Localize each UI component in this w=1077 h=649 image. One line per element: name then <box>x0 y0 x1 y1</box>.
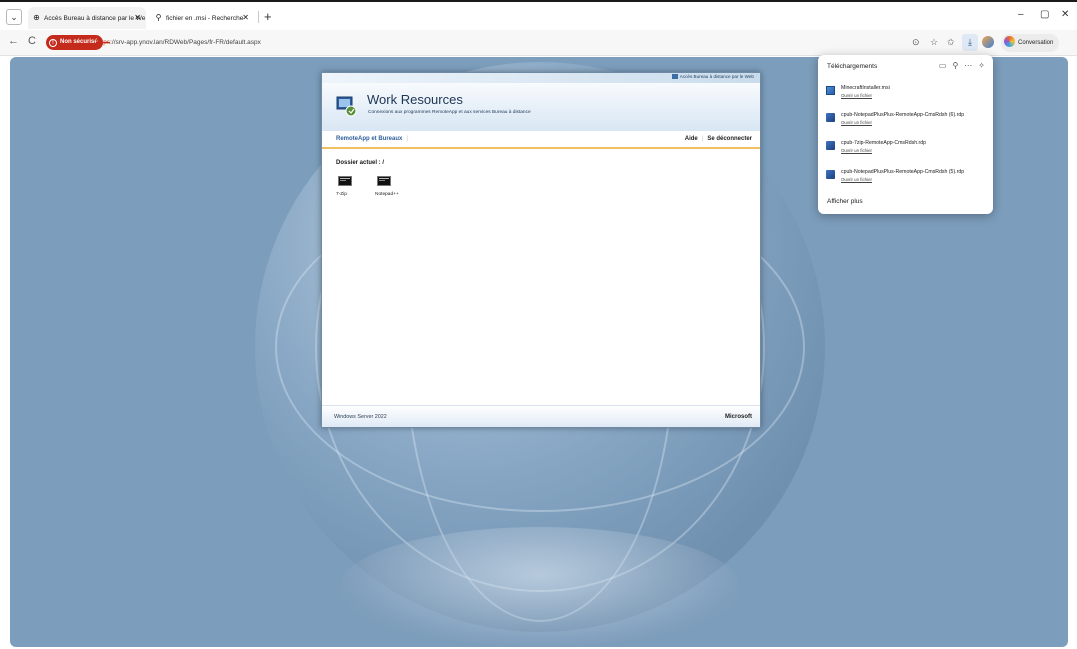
tab-close-button[interactable]: ✕ <box>134 7 141 29</box>
restore-button[interactable]: ▢ <box>1040 9 1049 20</box>
rdp-file-icon <box>826 170 835 179</box>
url-protocol: https <box>96 39 111 46</box>
download-item[interactable]: cpub-NotepadPlusPlus-RemoteApp-CmsRdsh (… <box>826 169 986 189</box>
open-file-link[interactable]: Ouvrir un fichier <box>841 120 872 125</box>
remote-desktop-logo-icon <box>336 96 357 117</box>
rdweb-nav: RemoteApp et Bureaux | Aide | Se déconnecte… <box>322 131 760 149</box>
monitor-icon <box>671 74 678 79</box>
app-label: 7-Zip <box>336 192 347 197</box>
rdweb-footer: Windows Server 2022 Microsoft <box>322 405 760 427</box>
more-icon[interactable]: ⋯ <box>964 61 972 70</box>
download-filename: cpub-7zip-RemoteApp-CmsRdsh.rdp <box>841 140 927 146</box>
address-bar: ← C ! Non sécurisé https://srv-app.ynov.l… <box>0 30 1077 56</box>
copilot-icon <box>1004 36 1015 47</box>
warning-icon: ! <box>49 39 57 47</box>
help-link[interactable]: Aide <box>685 136 698 142</box>
search-icon[interactable]: ⚲ <box>952 61 958 70</box>
new-tab-button[interactable]: + <box>264 7 272 27</box>
nav-separator: | <box>406 136 408 142</box>
app-window-icon <box>338 176 352 186</box>
rdp-file-icon <box>826 113 835 122</box>
download-filename: MinecraftInstaller.msi <box>841 85 890 91</box>
msi-file-icon <box>826 86 835 95</box>
rdweb-top-link[interactable]: Accès Bureau à distance par le Web <box>671 74 754 79</box>
download-item[interactable]: MinecraftInstaller.msi Ouvrir un fichier <box>826 85 986 105</box>
tab-actions-menu-button[interactable]: ⌄ <box>6 9 22 25</box>
open-file-link[interactable]: Ouvrir un fichier <box>841 93 872 98</box>
search-icon: ⚲ <box>155 13 162 22</box>
open-file-link[interactable]: Ouvrir un fichier <box>841 177 872 182</box>
app-notepadplusplus[interactable]: Notepad++ <box>375 176 415 197</box>
open-file-link[interactable]: Ouvrir un fichier <box>841 148 872 153</box>
downloads-actions: ▭ ⚲ ⋯ ✧ <box>933 61 985 70</box>
nav-separator: | <box>701 136 704 142</box>
rdweb-window: Accès Bureau à distance par le Web Work … <box>321 72 761 428</box>
rdweb-top-link-label: Accès Bureau à distance par le Web <box>679 74 754 79</box>
tab-search[interactable]: ⚲ fichier en .msi - Recherche ✕ <box>150 7 254 29</box>
rdweb-header: Accès Bureau à distance par le Web Work … <box>322 73 760 131</box>
pin-icon[interactable]: ✧ <box>978 61 985 70</box>
back-button[interactable]: ← <box>8 35 19 47</box>
app-label: Notepad++ <box>375 192 399 197</box>
windows-server-logo: Windows Server 2022 <box>334 414 387 420</box>
url-input[interactable]: https://srv-app.ynov.lan/RDWeb/Pages/fr-… <box>96 35 261 50</box>
tab-title: Accès Bureau à distance par le We <box>44 15 146 22</box>
tab-close-button[interactable]: ✕ <box>242 7 249 29</box>
download-filename: cpub-NotepadPlusPlus-RemoteApp-CmsRdsh (… <box>841 112 965 118</box>
download-filename: cpub-NotepadPlusPlus-RemoteApp-CmsRdsh (… <box>841 169 965 175</box>
refresh-button[interactable]: C <box>28 35 36 47</box>
app-7zip[interactable]: 7-Zip <box>336 176 376 197</box>
copilot-label: Conversation <box>1018 40 1054 46</box>
download-item[interactable]: cpub-NotepadPlusPlus-RemoteApp-CmsRdsh (… <box>826 112 986 132</box>
tab-rdweb[interactable]: ⊕ Accès Bureau à distance par le We ✕ <box>28 7 146 29</box>
microsoft-logo: Microsoft <box>725 414 752 420</box>
tab-strip: ⌄ ⊕ Accès Bureau à distance par le We ✕ ⚲… <box>0 0 1077 30</box>
copilot-button[interactable]: Conversation <box>1001 34 1060 52</box>
rdweb-title: Work Resources <box>367 92 463 107</box>
current-folder-label: Dossier actuel : / <box>336 160 385 166</box>
app-window-icon <box>377 176 391 186</box>
tab-separator <box>258 11 259 23</box>
url-path: ://srv-app.ynov.lan/RDWeb/Pages/fr-FR/de… <box>110 39 261 46</box>
globe-base <box>340 527 740 647</box>
show-more-link[interactable]: Afficher plus <box>827 198 863 205</box>
profile-icon[interactable] <box>982 36 994 48</box>
tab-title: fichier en .msi - Recherche <box>166 15 244 22</box>
globe-icon: ⊕ <box>33 13 40 22</box>
download-icon[interactable]: ⤓ <box>962 34 978 51</box>
minimize-button[interactable]: – <box>1018 9 1024 20</box>
security-label: Non sécurisé <box>60 39 98 45</box>
download-item[interactable]: cpub-7zip-RemoteApp-CmsRdsh.rdp Ouvrir u… <box>826 140 986 160</box>
rdweb-subtitle: Connexions aux programmes RemoteApp et a… <box>368 110 531 115</box>
close-window-button[interactable]: ✕ <box>1061 9 1069 20</box>
downloads-panel: Téléchargements ▭ ⚲ ⋯ ✧ MinecraftInstaller.… <box>818 55 993 214</box>
folder-icon[interactable]: ▭ <box>939 61 947 70</box>
rdp-file-icon <box>826 141 835 150</box>
downloads-title: Téléchargements <box>827 63 878 70</box>
remoteapp-tab[interactable]: RemoteApp et Bureaux <box>336 136 402 142</box>
reader-icon[interactable]: ⊙ <box>912 37 920 48</box>
favorites-icon[interactable]: ✩ <box>947 37 955 48</box>
logout-link[interactable]: Se déconnecter <box>707 136 752 142</box>
security-badge[interactable]: ! Non sécurisé <box>46 35 103 50</box>
favorite-icon[interactable]: ☆ <box>930 37 938 48</box>
